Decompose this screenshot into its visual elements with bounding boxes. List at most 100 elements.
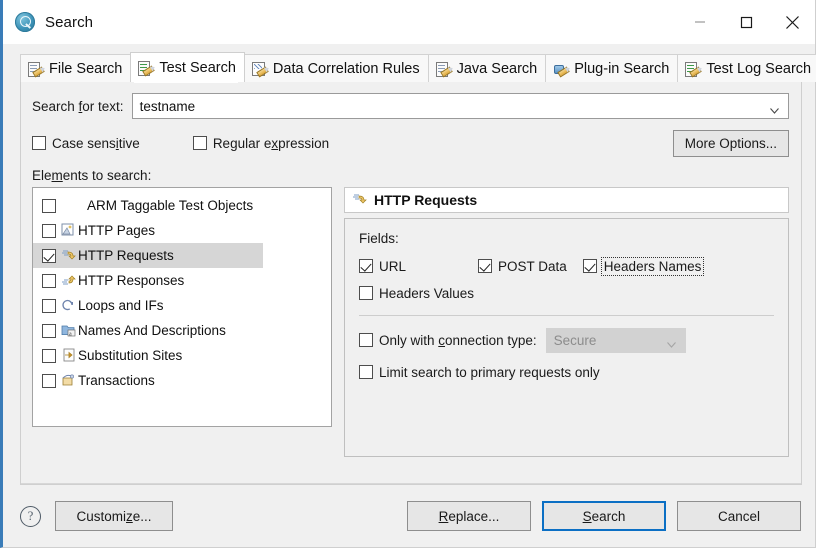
title-bar: Search — [3, 0, 815, 44]
tab-label: Test Log Search — [706, 60, 812, 77]
checkbox-box[interactable] — [42, 223, 56, 238]
substitution-sites-icon — [61, 348, 78, 363]
limit-primary-requests-checkbox[interactable]: Limit search to primary requests only — [359, 365, 600, 380]
footer-divider — [21, 483, 801, 484]
tab-plugin-search[interactable]: Plug-in Search — [545, 54, 679, 82]
detail-panel-header: HTTP Requests — [344, 187, 789, 213]
headers-names-label: Headers Names — [600, 256, 705, 276]
connection-type-label: Only with connection type: — [379, 332, 537, 348]
list-item[interactable]: a Names And Descriptions — [33, 318, 331, 343]
case-sensitive-label: Case sensitive — [52, 135, 140, 151]
customize-button[interactable]: Customi z e... — [55, 501, 173, 531]
test-search-icon — [138, 60, 154, 76]
search-dialog-window: Search File Search Test Search Data Corr… — [0, 0, 816, 548]
test-log-search-icon — [685, 61, 701, 77]
minimize-button[interactable] — [677, 0, 723, 44]
maximize-button[interactable] — [723, 0, 769, 44]
checkbox-box[interactable] — [42, 198, 56, 213]
search-button[interactable]: Search — [542, 501, 666, 531]
connection-type-select: Secure — [545, 327, 686, 353]
list-item[interactable]: ARM Taggable Test Objects — [33, 193, 331, 218]
headers-values-checkbox[interactable]: Headers Values — [359, 286, 474, 301]
tab-label: Java Search — [456, 60, 538, 77]
headers-values-label: Headers Values — [379, 285, 475, 301]
regular-expression-checkbox[interactable]: Regular expression — [192, 135, 330, 151]
checkbox-box — [359, 286, 373, 300]
headers-names-checkbox[interactable]: Headers Names — [582, 256, 705, 276]
http-requests-icon — [352, 192, 368, 209]
list-item[interactable]: HTTP Requests — [33, 243, 263, 268]
file-search-icon — [28, 61, 44, 77]
transactions-icon — [61, 373, 78, 388]
detail-panel: HTTP Requests Fields: URL POST Data Head… — [344, 187, 789, 457]
case-sensitive-checkbox[interactable]: Case sensitive — [32, 136, 140, 151]
tab-file-search[interactable]: File Search — [20, 54, 132, 82]
list-item-label: Substitution Sites — [78, 348, 183, 363]
tab-page-test-search: Search for text: testname Case sensitive… — [20, 81, 802, 485]
http-requests-icon — [61, 248, 78, 263]
svg-text:a: a — [69, 331, 72, 337]
post-data-label: POST Data — [498, 258, 567, 274]
checkbox-box[interactable] — [42, 373, 56, 388]
tab-label: Data Correlation Rules — [272, 60, 420, 77]
tab-test-log-search[interactable]: Test Log Search — [677, 54, 816, 82]
limit-primary-row: Limit search to primary requests only — [359, 361, 774, 383]
list-item[interactable]: Transactions — [33, 368, 331, 393]
more-options-button[interactable]: More Options... — [672, 129, 789, 157]
dialog-footer: ? Customi z e... Replace... Search Cancel — [3, 485, 815, 547]
search-options-row: Case sensitive Regular expression More O… — [32, 129, 789, 157]
cancel-button[interactable]: Cancel — [677, 501, 801, 531]
fields-row-1: URL POST Data Headers Names — [359, 255, 774, 277]
checkbox-box — [478, 259, 493, 273]
list-item-label: Loops and IFs — [78, 298, 164, 313]
data-correlation-icon — [251, 61, 268, 77]
list-item[interactable]: Loops and IFs — [33, 293, 331, 318]
search-app-icon — [15, 12, 35, 32]
names-descriptions-icon: a — [61, 323, 78, 338]
plugin-search-icon — [553, 61, 569, 77]
regular-expression-label: Regular expression — [212, 135, 330, 151]
tab-label: File Search — [49, 60, 123, 77]
chevron-down-icon[interactable] — [770, 104, 779, 114]
elements-split: ARM Taggable Test Objects HTTP Pages HTT… — [32, 187, 789, 471]
post-data-checkbox[interactable]: POST Data — [478, 259, 567, 274]
tab-test-search[interactable]: Test Search — [130, 52, 245, 82]
window-controls — [677, 0, 815, 44]
search-input-value: testname — [139, 98, 196, 114]
connection-type-row: Only with connection type: Secure — [359, 327, 774, 353]
detail-panel-title: HTTP Requests — [374, 192, 478, 208]
connection-type-checkbox[interactable]: Only with connection type: — [359, 333, 537, 348]
footer-actions: Replace... Search Cancel — [407, 501, 801, 531]
url-checkbox[interactable]: URL — [359, 259, 406, 274]
divider — [359, 315, 774, 316]
list-item[interactable]: Substitution Sites — [33, 343, 331, 368]
close-button[interactable] — [769, 0, 815, 44]
checkbox-box[interactable] — [42, 298, 56, 313]
list-item-label: HTTP Responses — [78, 273, 185, 288]
checkbox-box[interactable] — [42, 273, 56, 288]
checkbox-box — [192, 136, 207, 150]
java-search-icon — [435, 61, 452, 77]
list-item-label: Transactions — [78, 373, 155, 388]
list-item-label: Names And Descriptions — [78, 323, 226, 338]
checkbox-box — [359, 259, 373, 273]
tab-java-search[interactable]: Java Search — [427, 54, 547, 82]
checkbox-box[interactable] — [42, 348, 56, 363]
checkbox-box[interactable] — [42, 323, 56, 338]
elements-to-search-label: Elements to search: — [32, 168, 152, 183]
checkbox-box[interactable] — [42, 248, 56, 263]
tab-strip: File Search Test Search Data Correlation… — [20, 52, 816, 82]
elements-list[interactable]: ARM Taggable Test Objects HTTP Pages HTT… — [32, 187, 332, 427]
checkbox-box — [359, 365, 373, 379]
checkbox-box — [582, 259, 597, 273]
replace-button[interactable]: Replace... — [407, 501, 531, 531]
help-icon[interactable]: ? — [20, 505, 41, 527]
no-icon — [61, 198, 87, 213]
list-item[interactable]: HTTP Pages — [33, 218, 331, 243]
tab-data-correlation-rules[interactable]: Data Correlation Rules — [243, 54, 429, 82]
list-item-label: ARM Taggable Test Objects — [87, 198, 254, 213]
detail-panel-body: Fields: URL POST Data Headers Names Head… — [344, 218, 789, 457]
checkbox-box — [359, 333, 373, 347]
list-item[interactable]: HTTP Responses — [33, 268, 331, 293]
search-input[interactable]: testname — [131, 93, 789, 119]
